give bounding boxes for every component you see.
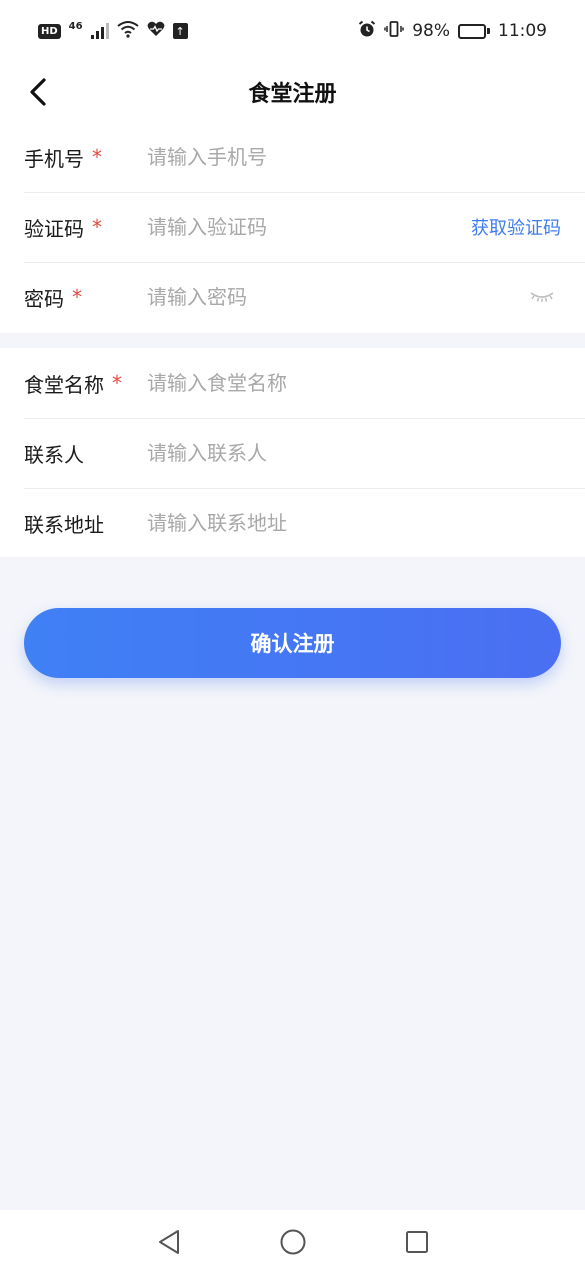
chevron-left-icon xyxy=(30,78,46,106)
required-mark: * xyxy=(92,145,102,169)
recents-square-icon xyxy=(405,1230,428,1253)
system-recents-button[interactable] xyxy=(400,1225,434,1259)
canteen-name-label: 食堂名称 * xyxy=(24,369,147,398)
phone-label: 手机号 * xyxy=(24,143,147,172)
password-visibility-toggle[interactable] xyxy=(529,285,555,309)
alarm-icon xyxy=(358,20,376,43)
phone-input[interactable] xyxy=(147,137,585,177)
canteen-name-label-text: 食堂名称 xyxy=(24,372,104,397)
account-form-group: 手机号 * 验证码 * 获取验证码 密码 * xyxy=(0,122,585,333)
phone-row: 手机号 * xyxy=(0,122,585,192)
heart-icon xyxy=(147,21,165,42)
home-circle-icon xyxy=(280,1229,305,1254)
battery-icon xyxy=(458,23,490,39)
canteen-name-input[interactable] xyxy=(147,363,585,403)
vibrate-icon xyxy=(384,20,404,43)
system-home-button[interactable] xyxy=(276,1225,310,1259)
get-code-button[interactable]: 获取验证码 xyxy=(471,192,561,262)
back-button[interactable] xyxy=(18,72,58,112)
password-row: 密码 * xyxy=(0,262,585,332)
system-back-button[interactable] xyxy=(152,1225,186,1259)
upload-icon: ↑ xyxy=(172,23,188,39)
hd-icon: HD xyxy=(38,23,61,39)
network-type: 46 xyxy=(68,20,83,32)
address-label: 联系地址 xyxy=(24,509,147,538)
status-bar: HD 46 ↑ 98% 11:09 xyxy=(0,0,585,62)
password-label-text: 密码 xyxy=(24,286,64,311)
password-input[interactable] xyxy=(147,277,585,317)
contact-label: 联系人 xyxy=(24,439,147,468)
code-row: 验证码 * 获取验证码 xyxy=(0,192,585,262)
back-triangle-icon xyxy=(158,1229,179,1254)
required-mark: * xyxy=(112,371,122,395)
status-right: 98% 11:09 xyxy=(358,20,547,43)
phone-label-text: 手机号 xyxy=(24,146,84,171)
status-left: HD 46 ↑ xyxy=(38,20,188,43)
contact-input[interactable] xyxy=(147,433,585,473)
eye-closed-icon xyxy=(530,292,554,302)
contact-label-text: 联系人 xyxy=(24,442,84,467)
address-label-text: 联系地址 xyxy=(24,512,104,537)
canteen-form-group: 食堂名称 * 联系人 联系地址 xyxy=(0,348,585,557)
password-label: 密码 * xyxy=(24,283,147,312)
wifi-icon xyxy=(116,20,139,43)
address-row: 联系地址 xyxy=(0,488,585,558)
battery-percent: 98% xyxy=(412,21,450,41)
required-mark: * xyxy=(72,285,82,309)
required-mark: * xyxy=(92,215,102,239)
code-label: 验证码 * xyxy=(24,213,147,242)
clock: 11:09 xyxy=(498,21,547,41)
signal-icon xyxy=(90,23,109,39)
contact-row: 联系人 xyxy=(0,418,585,488)
system-nav-bar xyxy=(0,1210,585,1273)
code-label-text: 验证码 xyxy=(24,216,84,241)
canteen-name-row: 食堂名称 * xyxy=(0,348,585,418)
page-title: 食堂注册 xyxy=(248,82,337,107)
nav-header: 食堂注册 xyxy=(0,62,585,122)
address-input[interactable] xyxy=(147,503,585,543)
confirm-register-button[interactable]: 确认注册 xyxy=(24,608,561,678)
